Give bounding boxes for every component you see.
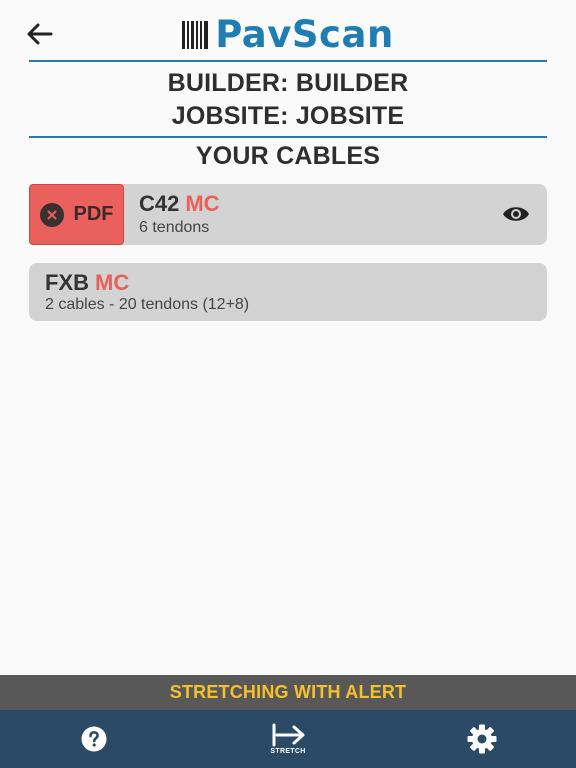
logo-text: PavScan	[215, 13, 394, 56]
bottom-tab-bar: STRETCH	[0, 710, 576, 768]
builder-label: BUILDER: BUILDER	[167, 69, 409, 97]
close-circle-icon	[39, 202, 64, 227]
question-circle-icon	[81, 726, 107, 752]
gear-icon	[467, 724, 497, 754]
settings-button[interactable]	[452, 710, 512, 768]
cable-detail: 6 tendons	[139, 219, 210, 236]
help-button[interactable]	[64, 710, 124, 768]
jobsite-label: JOBSITE: JOBSITE	[171, 102, 405, 130]
view-button[interactable]	[501, 202, 531, 226]
eye-icon	[503, 207, 529, 221]
header-divider-top	[29, 60, 547, 62]
barcode-icon	[182, 20, 209, 50]
cable-title: C42 MC	[139, 191, 220, 217]
header-divider-bottom	[29, 136, 547, 138]
stretch-arrow-icon	[272, 723, 305, 747]
pdf-label: PDF	[73, 203, 114, 225]
cable-name: C42	[139, 191, 180, 216]
cable-tag: MC	[95, 270, 130, 295]
cable-name: FXB	[45, 270, 89, 295]
section-title: YOUR CABLES	[195, 142, 381, 170]
alert-banner: STRETCHING WITH ALERT	[0, 675, 576, 710]
cable-title: FXB MC	[45, 270, 129, 296]
app-logo: PavScan	[0, 16, 576, 53]
delete-pdf-button[interactable]: PDF	[29, 184, 124, 245]
stretch-label: STRETCH	[270, 748, 306, 755]
stretch-tab[interactable]: STRETCH	[258, 710, 318, 768]
cable-tag: MC	[185, 191, 220, 216]
cable-card-c42[interactable]: PDF C42 MC 6 tendons	[29, 184, 547, 245]
cable-detail: 2 cables - 20 tendons (12+8)	[45, 296, 250, 313]
cable-card-fxb[interactable]: FXB MC 2 cables - 20 tendons (12+8)	[29, 263, 547, 321]
